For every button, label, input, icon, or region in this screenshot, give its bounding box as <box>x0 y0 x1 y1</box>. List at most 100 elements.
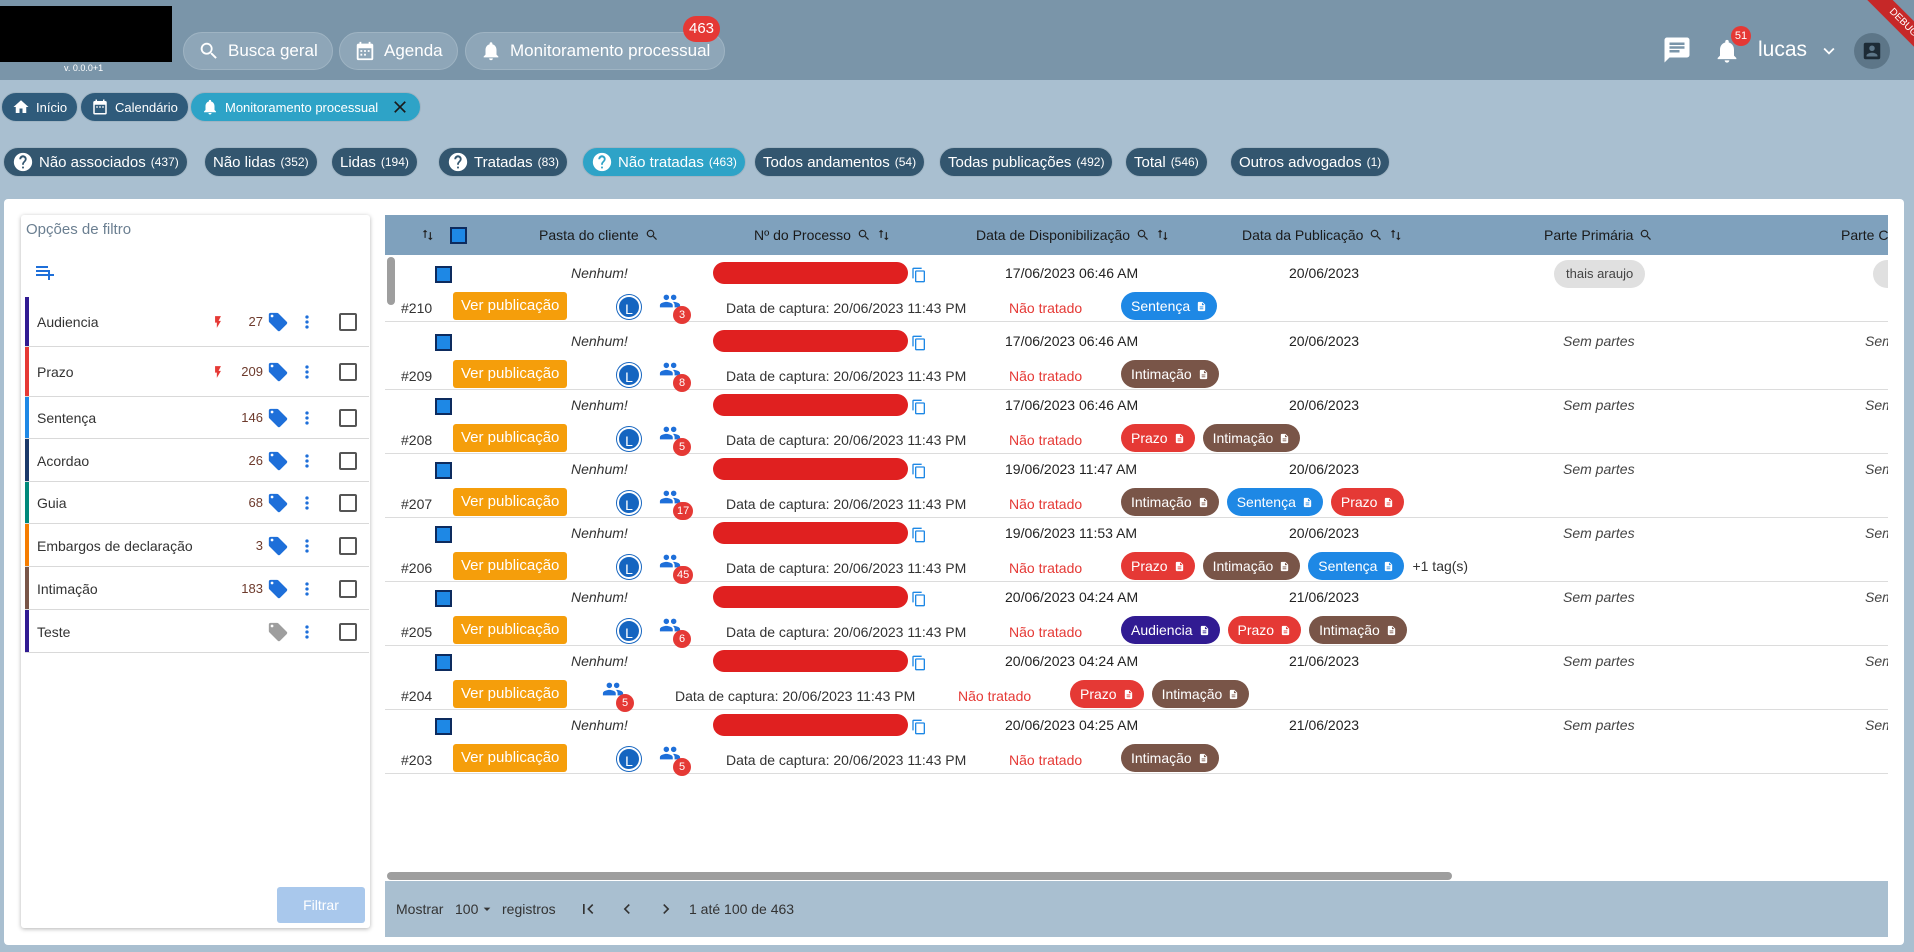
tag-filter-row[interactable]: Intimação 183 <box>25 567 369 610</box>
page-size-select[interactable]: 100 <box>455 901 478 917</box>
user-avatar[interactable]: L <box>617 555 641 579</box>
chevron-down-icon[interactable] <box>479 901 495 917</box>
more-vert-icon[interactable] <box>297 451 317 471</box>
secondary-party-chip[interactable] <box>1873 260 1888 288</box>
view-publication-button[interactable]: Ver publicação <box>453 292 568 320</box>
tag-icon[interactable] <box>267 621 289 643</box>
copy-icon[interactable] <box>911 590 927 608</box>
search-icon[interactable] <box>645 228 659 242</box>
copy-icon[interactable] <box>911 266 927 284</box>
column-header-parte-c[interactable]: Parte C <box>1841 227 1888 243</box>
breadcrumb-monitor[interactable]: Monitoramento processual <box>190 92 422 122</box>
more-tags-label[interactable]: +1 tag(s) <box>1412 558 1468 574</box>
close-icon[interactable] <box>390 97 410 117</box>
tag-chip[interactable]: Audiencia <box>1121 616 1220 644</box>
tag-chip[interactable]: Intimação <box>1202 552 1301 580</box>
copy-icon[interactable] <box>911 462 927 480</box>
tag-filter-checkbox[interactable] <box>339 580 357 598</box>
tag-chip[interactable]: Intimação <box>1202 424 1301 452</box>
tag-filter-checkbox[interactable] <box>339 313 357 331</box>
view-publication-button[interactable]: Ver publicação <box>453 424 568 452</box>
agenda-nav-button[interactable]: Agenda <box>339 32 458 70</box>
copy-icon[interactable] <box>911 654 927 672</box>
tag-filter-checkbox[interactable] <box>339 537 357 555</box>
more-vert-icon[interactable] <box>297 362 317 382</box>
status-chip[interactable]: Total (546) <box>1125 147 1208 177</box>
tag-chip[interactable]: Intimação <box>1151 680 1250 708</box>
tag-chip[interactable]: Intimação <box>1121 360 1219 388</box>
more-vert-icon[interactable] <box>297 408 317 428</box>
chat-icon[interactable] <box>1662 35 1692 65</box>
tag-chip[interactable]: Prazo <box>1121 552 1195 580</box>
sort-icon[interactable] <box>1156 228 1170 242</box>
view-publication-button[interactable]: Ver publicação <box>453 488 568 516</box>
tag-filter-checkbox[interactable] <box>339 452 357 470</box>
user-avatar[interactable]: L <box>617 427 641 451</box>
first-page-icon[interactable] <box>578 899 598 919</box>
status-chip[interactable]: Não associados (437) <box>3 147 188 177</box>
app-logo[interactable] <box>0 6 172 62</box>
more-vert-icon[interactable] <box>297 579 317 599</box>
tag-icon[interactable] <box>267 535 289 557</box>
row-checkbox[interactable] <box>435 590 452 607</box>
more-vert-icon[interactable] <box>297 536 317 556</box>
search-icon[interactable] <box>1369 228 1383 242</box>
copy-icon[interactable] <box>911 334 927 352</box>
copy-icon[interactable] <box>911 718 927 736</box>
tag-chip[interactable]: Intimação <box>1121 744 1219 772</box>
tag-filter-row[interactable]: Prazo 209 <box>25 347 369 397</box>
view-publication-button[interactable]: Ver publicação <box>453 680 568 708</box>
status-chip[interactable]: Outros advogados (1) <box>1230 147 1391 177</box>
more-vert-icon[interactable] <box>297 312 317 332</box>
tag-chip[interactable]: Prazo <box>1070 680 1144 708</box>
column-header-parte-primaria[interactable]: Parte Primária <box>1544 227 1653 243</box>
user-menu-name[interactable]: lucas <box>1758 38 1807 62</box>
status-chip[interactable]: Lidas (194) <box>331 147 418 177</box>
status-chip[interactable]: Tratadas (83) <box>438 147 568 177</box>
status-chip[interactable]: Todas publicações (492) <box>939 147 1114 177</box>
view-publication-button[interactable]: Ver publicação <box>453 616 568 644</box>
tag-filter-row[interactable]: Teste <box>25 610 369 653</box>
user-avatar[interactable]: L <box>617 747 641 771</box>
tag-chip[interactable]: Intimação <box>1121 488 1219 516</box>
tag-filter-row[interactable]: Acordao 26 <box>25 439 369 482</box>
tag-icon[interactable] <box>267 450 289 472</box>
tag-filter-row[interactable]: Embargos de declaração 3 <box>25 524 369 567</box>
user-avatar[interactable]: L <box>617 619 641 643</box>
primary-party-chip[interactable]: thais araujo <box>1554 260 1646 288</box>
search-icon[interactable] <box>1639 228 1653 242</box>
tag-filter-row[interactable]: Sentença 146 <box>25 397 369 439</box>
search-icon[interactable] <box>857 228 871 242</box>
tag-icon[interactable] <box>267 492 289 514</box>
view-publication-button[interactable]: Ver publicação <box>453 744 568 772</box>
previous-page-icon[interactable] <box>617 899 637 919</box>
breadcrumb-calendar[interactable]: Calendário <box>80 92 189 122</box>
sort-icon[interactable] <box>421 228 435 242</box>
tag-icon[interactable] <box>267 311 289 333</box>
horizontal-scrollbar[interactable] <box>387 872 1452 880</box>
tag-icon[interactable] <box>267 407 289 429</box>
tag-filter-row[interactable]: Audiencia 27 <box>25 297 369 347</box>
tag-filter-checkbox[interactable] <box>339 409 357 427</box>
next-page-icon[interactable] <box>656 899 676 919</box>
tag-chip[interactable]: Sentença <box>1121 292 1218 320</box>
search-icon[interactable] <box>1136 228 1150 242</box>
tag-filter-row[interactable]: Guia 68 <box>25 482 369 524</box>
tag-chip[interactable]: Prazo <box>1330 488 1405 516</box>
copy-icon[interactable] <box>911 526 927 544</box>
tag-filter-checkbox[interactable] <box>339 623 357 641</box>
user-avatar[interactable]: L <box>617 295 641 319</box>
sort-icon[interactable] <box>877 228 891 242</box>
status-chip[interactable]: Não tratadas (463) <box>582 147 746 177</box>
more-vert-icon[interactable] <box>297 493 317 513</box>
select-all-checkbox[interactable] <box>450 227 467 244</box>
row-checkbox[interactable] <box>435 654 452 671</box>
row-checkbox[interactable] <box>435 718 452 735</box>
tag-filter-checkbox[interactable] <box>339 363 357 381</box>
status-chip[interactable]: Todos andamentos (54) <box>754 147 926 177</box>
status-chip[interactable]: Não lidas (352) <box>204 147 318 177</box>
filter-button[interactable]: Filtrar <box>277 887 365 923</box>
row-checkbox[interactable] <box>435 526 452 543</box>
sort-icon[interactable] <box>1389 228 1403 242</box>
chevron-down-icon[interactable] <box>1818 40 1840 62</box>
